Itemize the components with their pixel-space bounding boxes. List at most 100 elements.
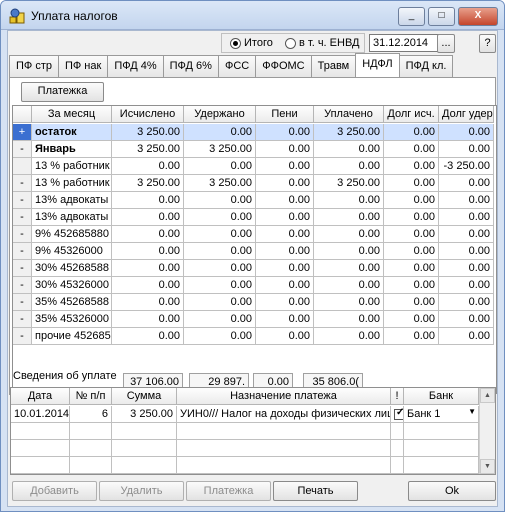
table-row[interactable]: -30% 45268588 0.00 0.00 0.00 0.00 0.00 0.00 xyxy=(13,260,494,277)
bank-cell[interactable]: Банк 1 ▼ xyxy=(404,406,479,423)
tab-8[interactable]: ПФД кл. xyxy=(398,55,454,77)
sum-cell[interactable] xyxy=(112,440,177,457)
radio-envd[interactable]: в т. ч. ЕНВД xyxy=(285,37,360,49)
payment-row[interactable] xyxy=(11,423,479,440)
row-indicator[interactable]: - xyxy=(13,141,32,158)
row-indicator[interactable]: - xyxy=(13,328,32,345)
number-cell[interactable]: 6 xyxy=(70,406,112,423)
radio-total[interactable]: Итого xyxy=(230,37,273,49)
maximize-button[interactable]: □ xyxy=(428,7,455,26)
withheld-cell: 0.00 xyxy=(184,158,256,175)
table-row[interactable]: -13 % работник 3 250.00 3 250.00 0.00 3 250.… xyxy=(13,175,494,192)
row-indicator[interactable]: - xyxy=(13,243,32,260)
tab-7[interactable]: НДФЛ xyxy=(355,53,400,77)
print-button[interactable]: Печать xyxy=(273,481,358,501)
number-cell[interactable] xyxy=(70,440,112,457)
purpose-cell[interactable] xyxy=(177,440,391,457)
month-cell: 9% 452685880 xyxy=(32,226,112,243)
purpose-cell[interactable] xyxy=(177,457,391,474)
payment-row[interactable]: 10.01.2014 6 3 250.00 УИН0/// Налог на дохо… xyxy=(11,406,479,423)
purpose-cell[interactable]: УИН0/// Налог на доходы физических лиц xyxy=(177,406,391,423)
radio-total-dot[interactable] xyxy=(230,37,241,49)
number-cell[interactable] xyxy=(70,423,112,440)
table-row[interactable]: -9% 452685880 0.00 0.00 0.00 0.00 0.00 0.00 xyxy=(13,226,494,243)
table-row[interactable]: 13 % работник 0.00 0.00 0.00 0.00 0.00 -3 250.… xyxy=(13,158,494,175)
tab-4[interactable]: ФСС xyxy=(217,55,257,77)
tab-2[interactable]: ПФД 4% xyxy=(107,55,164,77)
tab-3[interactable]: ПФД 6% xyxy=(162,55,219,77)
row-indicator[interactable]: - xyxy=(13,192,32,209)
date-cell[interactable]: 10.01.2014 xyxy=(11,406,70,423)
table-row[interactable]: -9% 45326000 0.00 0.00 0.00 0.00 0.00 0.00 xyxy=(13,243,494,260)
table-row[interactable]: -35% 45268588 0.00 0.00 0.00 0.00 0.00 0.00 xyxy=(13,294,494,311)
header-purpose: Назначение платежа xyxy=(177,388,391,405)
paid-cell: 0.00 xyxy=(314,243,384,260)
ok-button[interactable]: Ok xyxy=(408,481,496,501)
header-month: За месяц xyxy=(32,106,112,123)
row-indicator[interactable]: - xyxy=(13,311,32,328)
number-cell[interactable] xyxy=(70,457,112,474)
table-row[interactable]: -35% 45326000 0.00 0.00 0.00 0.00 0.00 0.00 xyxy=(13,311,494,328)
bank-cell[interactable] xyxy=(404,440,479,457)
flag-cell[interactable] xyxy=(391,406,404,423)
bank-cell[interactable] xyxy=(404,423,479,440)
flag-cell[interactable] xyxy=(391,457,404,474)
table-row[interactable]: -13% адвокаты 0.00 0.00 0.00 0.00 0.00 0.00 xyxy=(13,209,494,226)
row-indicator[interactable]: - xyxy=(13,226,32,243)
payment-row[interactable] xyxy=(11,440,479,457)
scroll-up-icon[interactable]: ▲ xyxy=(480,388,495,403)
row-indicator[interactable]: - xyxy=(13,260,32,277)
tax-tabs: ПФ стр ПФ нак ПФД 4% ПФД 6% ФСС ФФОМС Травм НДФ… xyxy=(9,53,454,77)
payment-row[interactable] xyxy=(11,457,479,474)
date-cell[interactable] xyxy=(11,457,70,474)
table-row[interactable]: + остаток 3 250.00 0.00 0.00 3 250.00 0.00 0.00 xyxy=(13,124,494,141)
table-header: За месяц Исчислено Удержано Пени Уплачен… xyxy=(13,106,494,123)
withheld-cell: 0.00 xyxy=(184,328,256,345)
row-indicator[interactable]: + xyxy=(13,124,32,141)
sum-cell[interactable] xyxy=(112,457,177,474)
title-bar[interactable]: Уплата налогов _ □ X xyxy=(1,1,504,30)
minimize-button[interactable]: _ xyxy=(398,7,425,26)
row-indicator[interactable]: - xyxy=(13,175,32,192)
withheld-cell: 0.00 xyxy=(184,226,256,243)
flag-cell[interactable] xyxy=(391,423,404,440)
payment-scrollbar[interactable]: ▲ ▼ xyxy=(479,388,495,474)
bank-cell[interactable] xyxy=(404,457,479,474)
debt-withheld-cell: 0.00 xyxy=(439,277,494,294)
fines-cell: 0.00 xyxy=(256,260,314,277)
month-cell: 35% 45268588 xyxy=(32,294,112,311)
paid-checkbox[interactable] xyxy=(394,407,403,420)
paid-cell: 0.00 xyxy=(314,158,384,175)
payment-button[interactable]: Платежка xyxy=(186,481,271,501)
table-row[interactable]: -13% адвокаты 0.00 0.00 0.00 0.00 0.00 0.00 xyxy=(13,192,494,209)
row-indicator[interactable]: - xyxy=(13,294,32,311)
row-indicator[interactable]: - xyxy=(13,209,32,226)
radio-envd-dot[interactable] xyxy=(285,37,296,49)
help-button[interactable]: ? xyxy=(479,34,496,53)
sum-cell[interactable] xyxy=(112,423,177,440)
table-row[interactable]: - Январь 3 250.00 3 250.00 0.00 0.00 0.00 0.00 xyxy=(13,141,494,158)
row-indicator[interactable] xyxy=(13,158,32,175)
tab-6[interactable]: Травм xyxy=(310,55,357,77)
sum-cell[interactable]: 3 250.00 xyxy=(112,406,177,423)
bank-dropdown-icon[interactable]: ▼ xyxy=(468,407,476,416)
date-field[interactable]: 31.12.2014 xyxy=(369,34,444,52)
purpose-cell[interactable] xyxy=(177,423,391,440)
scroll-down-icon[interactable]: ▼ xyxy=(480,459,495,474)
add-button[interactable]: Добавить xyxy=(12,481,97,501)
date-cell[interactable] xyxy=(11,440,70,457)
total-filter-group: Итого в т. ч. ЕНВД xyxy=(221,33,365,53)
tab-0[interactable]: ПФ стр xyxy=(9,55,59,77)
table-row[interactable]: -30% 45326000 0.00 0.00 0.00 0.00 0.00 0.00 xyxy=(13,277,494,294)
delete-button[interactable]: Удалить xyxy=(99,481,184,501)
row-indicator[interactable]: - xyxy=(13,277,32,294)
tab-5[interactable]: ФФОМС xyxy=(255,55,312,77)
header-paid: Уплачено xyxy=(314,106,384,123)
date-cell[interactable] xyxy=(11,423,70,440)
table-row[interactable]: - прочие 452685 0.00 0.00 0.00 0.00 0.00 0.00 xyxy=(13,328,494,345)
close-button[interactable]: X xyxy=(458,7,498,26)
date-picker-button[interactable]: ... xyxy=(437,34,455,53)
flag-cell[interactable] xyxy=(391,440,404,457)
payment-order-button[interactable]: Платежка xyxy=(21,82,104,102)
tab-1[interactable]: ПФ нак xyxy=(57,55,109,77)
